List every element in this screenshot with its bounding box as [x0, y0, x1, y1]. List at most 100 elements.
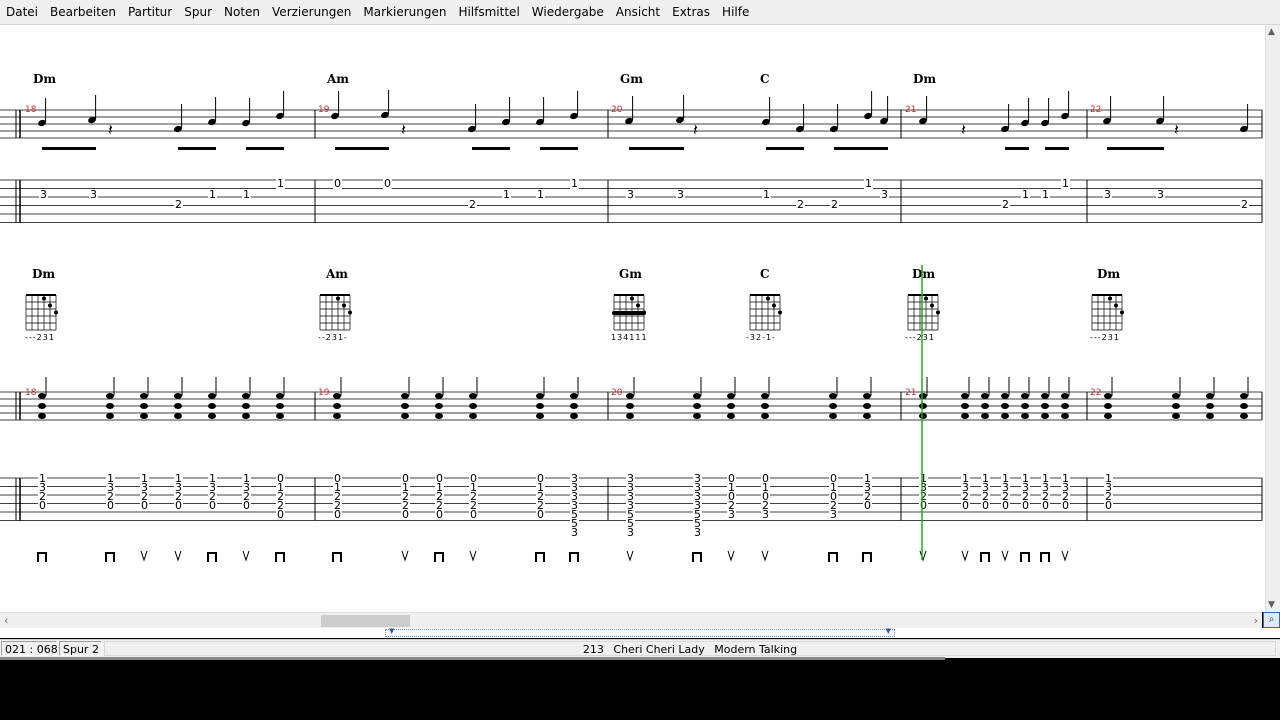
up-stroke-icon [626, 550, 634, 562]
vertical-scrollbar[interactable]: ▲ ▼ [1265, 25, 1280, 612]
note-head [1021, 393, 1029, 399]
toolbar-edge [0, 657, 945, 660]
scroll-right-icon[interactable]: › [1254, 614, 1258, 627]
measure-number: 19 [318, 388, 330, 398]
down-stroke-icon [207, 552, 217, 562]
up-stroke-icon [140, 550, 148, 562]
chord-fingering: 134111 [611, 333, 648, 342]
note-head [1206, 393, 1214, 399]
note-head [401, 403, 409, 409]
menu-item-ansicht[interactable]: Ansicht [610, 0, 666, 24]
menu-item-hilfsmittel[interactable]: Hilfsmittel [452, 0, 525, 24]
measure-number: 20 [611, 105, 623, 115]
notation-canvas[interactable]: Dm Am Gm C Dm 𝄽 𝄽 𝄽 𝄽 𝄽 18 19 20 21 22 3 321 1… [0, 25, 1265, 612]
note-head [626, 403, 634, 409]
menu-item-bearbeiten[interactable]: Bearbeiten [44, 0, 122, 24]
song-number: 213 [582, 643, 604, 656]
note-head [435, 413, 443, 419]
score-view[interactable]: Dm Am Gm C Dm 𝄽 𝄽 𝄽 𝄽 𝄽 18 19 20 21 22 33211… [0, 25, 1265, 612]
note-head [38, 403, 46, 409]
tab-number: 3 [830, 508, 837, 521]
up-stroke-icon [401, 550, 409, 562]
track-selector[interactable]: ▼ ▼ [385, 627, 895, 637]
scroll-thumb[interactable] [321, 615, 410, 627]
beam [834, 147, 888, 150]
tab-number: 1 [865, 177, 872, 190]
finger-dot [772, 303, 776, 308]
finger-dot [636, 303, 640, 308]
menu-item-extras[interactable]: Extras [666, 0, 716, 24]
note-head [919, 393, 927, 399]
note-head [829, 413, 837, 419]
note-head [1172, 413, 1180, 419]
note-head [401, 413, 409, 419]
system1-chords: Dm Am Gm C Dm [33, 72, 936, 86]
note-head [38, 393, 46, 399]
note-head [981, 403, 989, 409]
menu-item-noten[interactable]: Noten [218, 0, 266, 24]
measure-number: 20 [611, 388, 623, 398]
beam [246, 147, 284, 150]
chord-name: Gm [619, 267, 642, 281]
note-head [693, 413, 701, 419]
tab-number: 2 [175, 198, 182, 211]
menu-item-wiedergabe[interactable]: Wiedergabe [526, 0, 610, 24]
tab-number: 2 [831, 198, 838, 211]
beam [472, 147, 510, 150]
tab-number: 0 [107, 499, 114, 512]
menu-bar: Datei Bearbeiten Partitur Spur Noten Verzieru… [0, 0, 1280, 25]
chord-diagram [319, 294, 352, 331]
note-head [208, 393, 216, 399]
tab-number: 1 [571, 177, 578, 190]
beam [629, 147, 684, 150]
tab-number: 0 [243, 499, 250, 512]
note-head [829, 393, 837, 399]
note-head [1021, 413, 1029, 419]
scroll-down-icon[interactable]: ▼ [1268, 600, 1275, 610]
chord-name: C [760, 267, 770, 281]
song-title: Cheri Cheri Lady [613, 643, 705, 656]
note-head [919, 403, 927, 409]
menu-item-datei[interactable]: Datei [0, 0, 44, 24]
menu-item-partitur[interactable]: Partitur [122, 0, 178, 24]
note-head [140, 393, 148, 399]
scroll-up-icon[interactable]: ▲ [1268, 27, 1275, 37]
finger-dot [778, 310, 782, 315]
beam [1107, 147, 1164, 150]
menu-item-spur[interactable]: Spur [178, 0, 218, 24]
tab-number: 0 [470, 508, 477, 521]
tab-number: 0 [864, 499, 871, 512]
note-head [401, 393, 409, 399]
menu-item-markierungen[interactable]: Markierungen [357, 0, 452, 24]
note-head [693, 403, 701, 409]
tab-number: 1 [763, 188, 770, 201]
note-head [106, 413, 114, 419]
scroll-left-icon[interactable]: ‹ [4, 614, 8, 627]
barre [612, 311, 646, 315]
note-head [961, 393, 969, 399]
finger-dot [936, 310, 940, 315]
note-head [1061, 403, 1069, 409]
note-head [140, 403, 148, 409]
menu-item-hilfe[interactable]: Hilfe [716, 0, 755, 24]
note-head [919, 413, 927, 419]
note-head [536, 403, 544, 409]
note-head [1104, 393, 1112, 399]
tab-number: 1 [1042, 188, 1049, 201]
system1-notes: 𝄽 𝄽 𝄽 𝄽 𝄽 [38, 90, 1249, 150]
tab-number: 0 [1002, 499, 1009, 512]
menu-item-verzierungen[interactable]: Verzierungen [266, 0, 357, 24]
note-head [727, 393, 735, 399]
finger-dot [930, 303, 934, 308]
tab-number: 0 [1042, 499, 1049, 512]
measure-number: 18 [25, 388, 37, 398]
chord-fingering: ---231 [25, 333, 55, 342]
system2-chords: Dm Am Gm C Dm Dm [32, 267, 1120, 281]
down-stroke-icon [535, 552, 545, 562]
tab-number: 0 [920, 499, 927, 512]
note-head [469, 413, 477, 419]
note-head [242, 393, 250, 399]
horizontal-scrollbar[interactable]: ‹ › [0, 612, 1262, 629]
zoom-icon[interactable]: ⌕ [1263, 612, 1280, 628]
measure-number: 22 [1090, 388, 1101, 398]
